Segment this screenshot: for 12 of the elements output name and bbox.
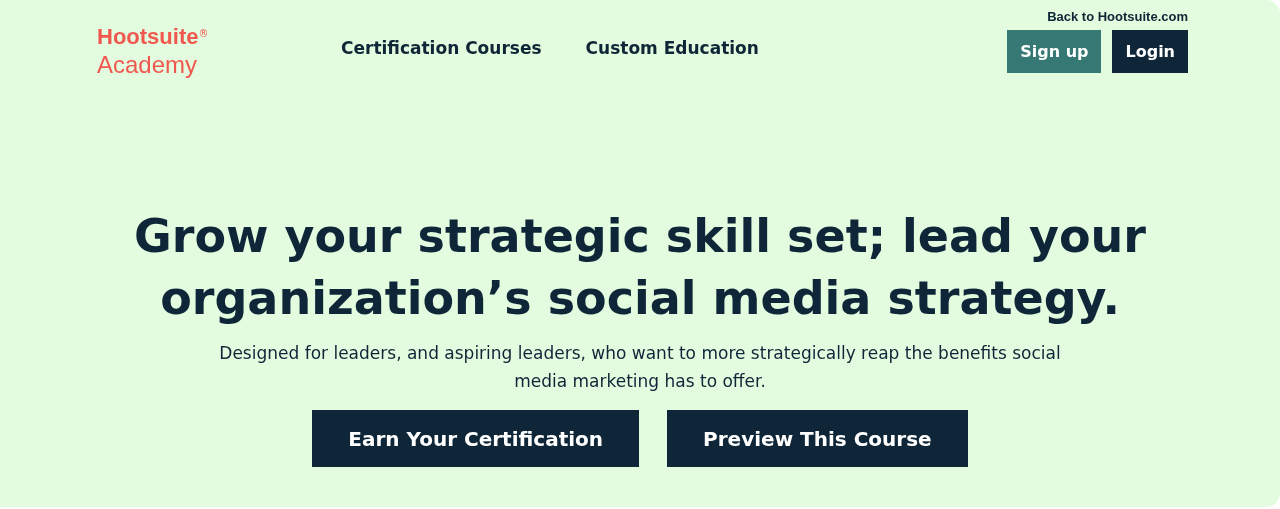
logo-name: Hootsuite xyxy=(97,24,199,50)
cta-button[interactable]: Earn Your Certification xyxy=(312,410,640,467)
sign-up-button[interactable]: Sign up xyxy=(1007,30,1102,73)
back-link[interactable]: Back to Hootsuite.com xyxy=(1047,9,1188,25)
logo-subtitle: Academy xyxy=(97,50,198,80)
login-button[interactable]: Login xyxy=(1112,30,1188,73)
nav-link[interactable]: Custom Education xyxy=(585,38,759,58)
registered-mark: ® xyxy=(198,28,209,39)
subtext: Designed for leaders, and aspiring leaders, who want to more strategically reap the benefits social media marketing has to offer. xyxy=(218,342,1062,393)
cta-button[interactable]: Preview This Course xyxy=(667,410,968,467)
headline: Grow your strategic skill set; lead your organization’s social media strategy. xyxy=(132,208,1148,327)
nav-link[interactable]: Certification Courses xyxy=(341,38,542,58)
